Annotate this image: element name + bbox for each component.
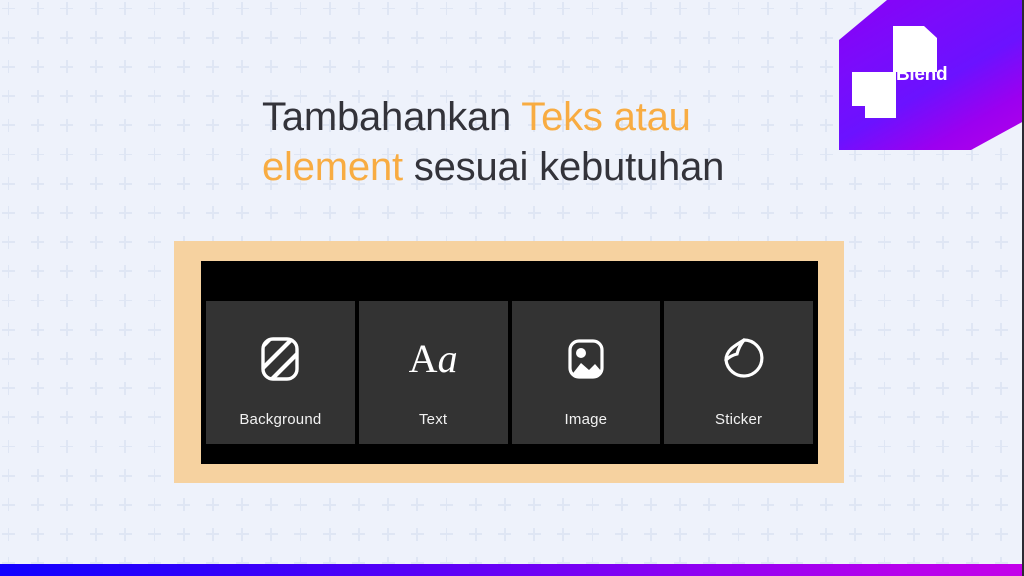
- toolbar-frame: Background Aa Text Image Sticker: [174, 241, 844, 483]
- tile-label: Sticker: [715, 411, 763, 428]
- heading-segment-plain-1: Tambahankan: [262, 95, 522, 139]
- toolbar-tile-image[interactable]: Image: [511, 301, 661, 444]
- blend-logo-badge: Blend: [839, 0, 1024, 150]
- toolbar-tile-sticker[interactable]: Sticker: [664, 301, 813, 444]
- text-icon-glyph-lower: a: [437, 336, 458, 381]
- bottom-gradient-bar: [0, 564, 1024, 576]
- heading-segment-plain-2: sesuai kebutuhan: [402, 145, 725, 189]
- text-aa-icon: Aa: [407, 333, 459, 385]
- page-title: Tambahankan Teks atau element sesuai keb…: [262, 92, 822, 192]
- tile-label: Background: [239, 411, 322, 428]
- tile-label: Image: [564, 411, 608, 428]
- toolbar-tile-text[interactable]: Aa Text: [358, 301, 508, 444]
- tile-label: Text: [418, 411, 448, 428]
- toolbar-tile-background[interactable]: Background: [206, 301, 355, 444]
- toolbar-tile-row: Background Aa Text Image Sticker: [206, 301, 813, 444]
- text-icon-glyph-upper: A: [408, 336, 438, 381]
- image-photo-icon: [560, 333, 612, 385]
- slide-canvas: Tambahankan Teks atau element sesuai keb…: [0, 0, 1024, 576]
- toolbar-panel: Background Aa Text Image Sticker: [201, 261, 818, 464]
- sticker-peel-icon: [713, 333, 765, 385]
- logo-wordmark: Blend: [896, 64, 948, 85]
- logo-mark-lower: [852, 72, 896, 118]
- blend-pinwheel-icon: Blend: [839, 0, 1024, 150]
- background-stripes-icon: [254, 333, 306, 385]
